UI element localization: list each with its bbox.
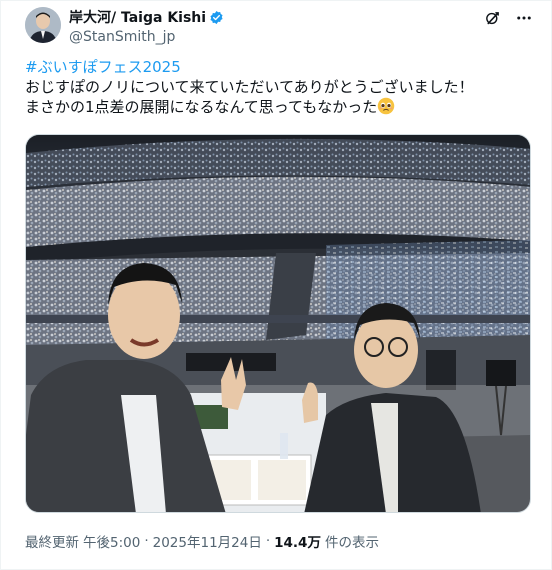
author-block: 岸大河/ Taiga Kishi @StanSmith_jp	[69, 7, 224, 45]
updated-label: 最終更新	[25, 535, 79, 551]
tweet-line-2: まさかの1点差の展開になるなんて思ってもなかった	[25, 97, 531, 117]
handle[interactable]: @StanSmith_jp	[69, 29, 224, 45]
separator-dot: ·	[144, 533, 149, 549]
pleading-face-emoji	[377, 97, 395, 115]
tweet-photo[interactable]	[25, 134, 531, 513]
tweet-meta: 最終更新 午後5:00 · 2025年11月24日 · 14.4万 件の表示	[25, 531, 379, 551]
views-label: 件の表示	[324, 535, 379, 551]
tweet-line-1: おじすぽのノリについて来ていただいてありがとうございました！	[25, 78, 474, 96]
tweet-date[interactable]: 2025年11月24日	[153, 531, 262, 551]
tweet-card: 岸大河/ Taiga Kishi @StanSmith_jp #ぶいすぽフェス2…	[0, 0, 552, 570]
tweet-text: #ぶいすぽフェス2025 おじすぽのノリについて来ていただいてありがとうございま…	[25, 57, 531, 117]
grok-icon[interactable]	[483, 9, 501, 27]
separator-dot: ·	[265, 533, 271, 549]
top-actions	[483, 9, 533, 27]
display-name[interactable]: 岸大河/ Taiga Kishi	[69, 7, 206, 27]
more-options-icon[interactable]	[515, 9, 533, 27]
avatar[interactable]	[25, 7, 61, 43]
hashtag-link[interactable]: #ぶいすぽフェス2025	[25, 57, 531, 77]
views-count: 14.4万	[274, 535, 321, 551]
verified-badge-icon	[209, 10, 224, 25]
tweet-time[interactable]: 午後5:00	[83, 531, 140, 551]
tweet-line-2-text: まさかの1点差の展開になるなんて思ってもなかった	[25, 98, 378, 116]
